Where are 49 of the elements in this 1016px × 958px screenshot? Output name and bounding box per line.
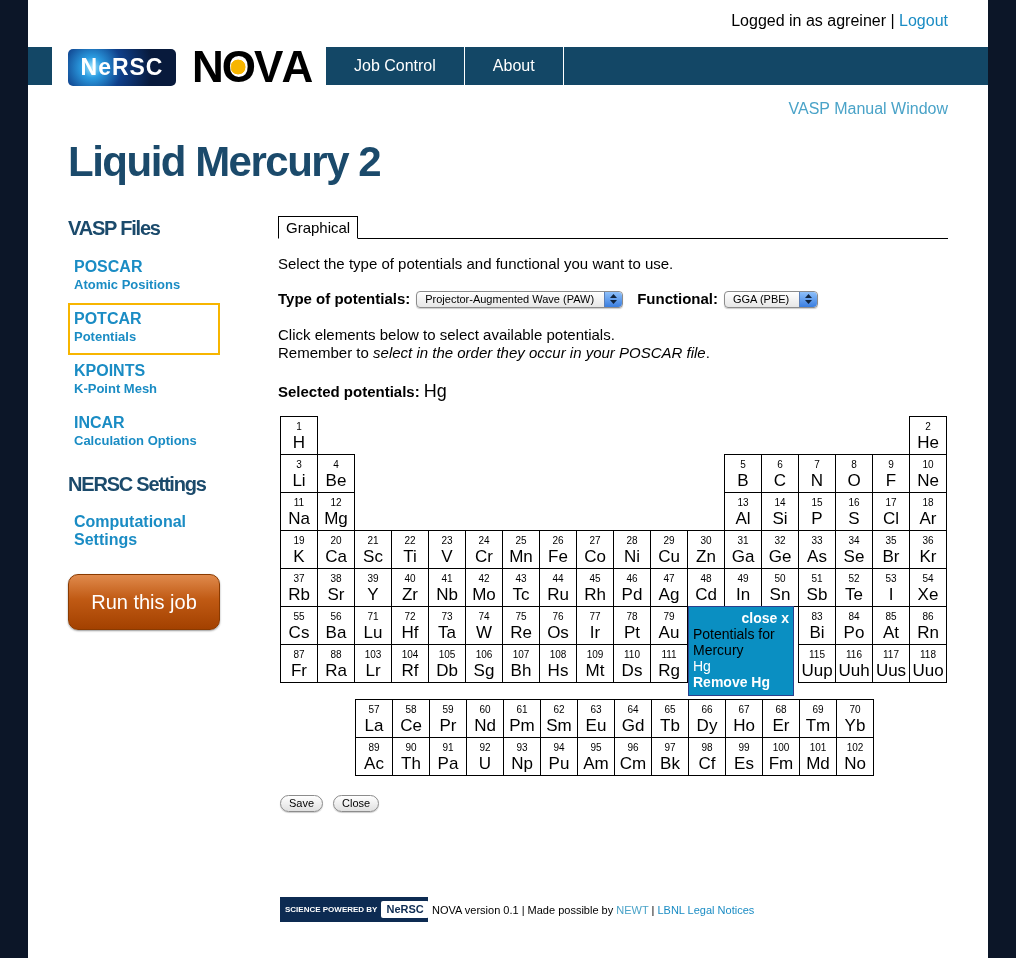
nav-tab[interactable]: Job Control: [326, 47, 465, 85]
remove-potential-link[interactable]: Remove Hg: [693, 674, 789, 690]
close-popup-link[interactable]: close x: [741, 610, 789, 626]
form-button[interactable]: Close: [333, 795, 380, 812]
instructions-text: Click elements below to select available potentials. Remember to select in the order they occur in your POSCAR file.: [278, 326, 711, 362]
dropdown-select[interactable]: GGA (PBE): [724, 290, 819, 308]
run-job-button[interactable]: Run this job: [68, 574, 220, 630]
intro-text: Select the type of potentials and functional you want to use.: [278, 255, 675, 273]
element-button[interactable]: 87 Fr: [280, 644, 318, 683]
sidebar-heading: NERSC Settings: [68, 472, 207, 496]
element-button[interactable]: 115 Uup: [798, 644, 836, 683]
badge-text: SCIENCE POWERED BY: [285, 903, 378, 916]
element-button[interactable]: 57 La: [355, 699, 393, 738]
popup-title: Potentials for Mercury: [693, 626, 776, 658]
element-button[interactable]: 1 H: [280, 416, 318, 455]
page-title: Liquid Mercury 2: [68, 137, 381, 187]
potential-option-link[interactable]: Hg: [693, 658, 789, 674]
select-label: Type of potentials:: [278, 288, 411, 309]
element-button[interactable]: 118 Uuo: [909, 644, 947, 683]
form-button[interactable]: Save: [280, 795, 324, 812]
nersc-logo: NeRSC: [68, 49, 176, 86]
sidebar-item[interactable]: POTCAR Potentials: [68, 303, 220, 355]
nova-logo: NOVA: [192, 49, 312, 85]
nav-bar-edge: [28, 47, 52, 85]
element-button[interactable]: 4 Be: [317, 454, 355, 493]
select-arrows-icon: [604, 291, 623, 307]
element-button[interactable]: 89 Ac: [355, 737, 393, 776]
element-button[interactable]: 5 B: [724, 454, 762, 493]
sidebar-item[interactable]: POSCAR Atomic Positions: [68, 251, 220, 303]
select-label: Functional:: [637, 288, 718, 309]
sidebar-item[interactable]: INCAR Calculation Options: [68, 407, 220, 459]
selected-potentials-value: Hg: [423, 380, 447, 402]
element-button[interactable]: 102 No: [836, 737, 874, 776]
sidebar-item[interactable]: KPOINTS K-Point Mesh: [68, 355, 220, 407]
dropdown-select[interactable]: Projector-Augmented Wave (PAW): [416, 290, 624, 308]
select-arrows-icon: [799, 291, 818, 307]
tab[interactable]: Graphical: [278, 216, 359, 239]
element-button[interactable]: 111 Rg: [650, 644, 688, 683]
nersc-badge-logo: NeRSC: [381, 901, 429, 918]
login-status-text: Logged in as agreiner | Logout: [731, 11, 948, 31]
logout-link[interactable]: Logout: [899, 12, 948, 29]
nav-tab[interactable]: About: [464, 47, 564, 85]
footer-text: NOVA version 0.1 | Made possible by NEWT | LBNL Legal Notices: [432, 902, 755, 917]
element-button[interactable]: 2 He: [909, 416, 947, 455]
footer-link[interactable]: LBNL Legal Notices: [657, 903, 755, 916]
selected-potentials-label: Selected potentials:: [278, 382, 420, 402]
sidebar-heading: VASP Files: [68, 216, 161, 240]
sidebar-item[interactable]: Computational Settings: [68, 507, 220, 559]
element-button[interactable]: 70 Yb: [836, 699, 874, 738]
